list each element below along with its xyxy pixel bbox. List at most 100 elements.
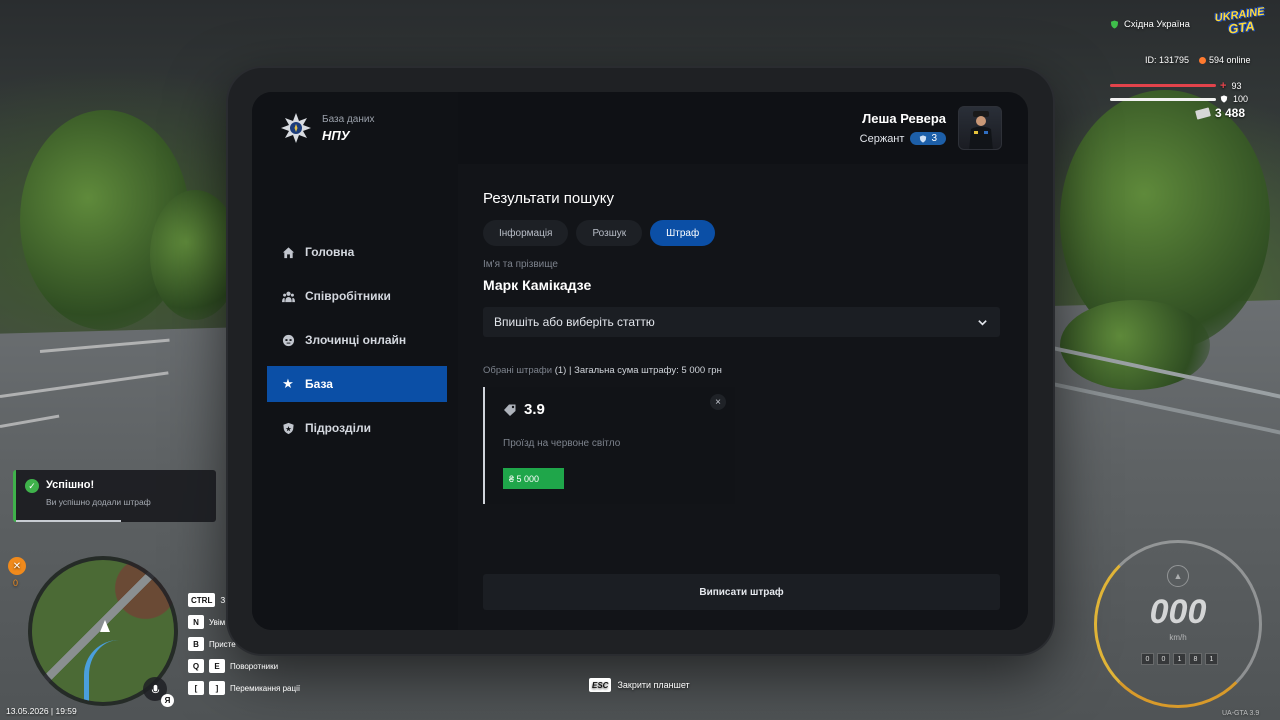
- key-bracket-left: [: [188, 681, 204, 695]
- summary-total: | Загальна сума штрафу: 5 000 грн: [568, 365, 722, 376]
- online-count: 594 online: [1199, 55, 1251, 65]
- badge-shield-icon: [920, 134, 927, 143]
- minimap-river: [84, 640, 154, 702]
- speed-value: 000: [1149, 593, 1207, 631]
- key-hint-label: Перемикання рації: [230, 683, 301, 693]
- region-shield-icon: [1110, 20, 1119, 29]
- money-text: 3 488: [1215, 106, 1246, 120]
- region-indicator: Східна Україна: [1110, 19, 1190, 30]
- player-id: ID: 131795: [1145, 55, 1190, 65]
- shield-icon: [281, 421, 295, 435]
- rank-level: 3: [931, 133, 937, 144]
- odometer-digit: 0: [1141, 653, 1154, 665]
- armor-shield-icon: [1220, 95, 1228, 103]
- name-label: Ім'я та прізвище: [483, 259, 558, 270]
- key-n: N: [188, 615, 204, 629]
- server-logo: UKRAINE GTA: [1212, 6, 1270, 43]
- police-emblem-icon: [281, 113, 311, 143]
- success-toast: ✓ Успішно! Ви успішно додали штраф: [13, 470, 216, 522]
- fines-summary: Обрані штрафи (1) | Загальна сума штрафу…: [483, 365, 722, 376]
- brand-subtitle: База даних: [322, 113, 375, 125]
- tab-info[interactable]: Інформація: [483, 220, 569, 246]
- voice-key: Я: [161, 694, 174, 707]
- armor-value: 100: [1220, 94, 1248, 104]
- key-esc: ESC: [589, 678, 612, 692]
- key-hint-label: Присте: [209, 639, 236, 649]
- toast-progress: [16, 520, 121, 522]
- issue-fine-button[interactable]: Виписати штраф: [483, 574, 1000, 610]
- money-display: 3 488: [1195, 106, 1246, 120]
- brand: База даних НПУ: [280, 112, 374, 144]
- key-hint: N Увім: [188, 611, 300, 633]
- online-text: 594 online: [1209, 55, 1251, 65]
- map-badge-count: 0: [13, 578, 19, 588]
- speed-unit: km/h: [1169, 633, 1187, 642]
- key-bracket-right: ]: [209, 681, 225, 695]
- odometer-digit: 1: [1173, 653, 1186, 665]
- tag-icon: [504, 404, 516, 416]
- player-arrow-icon: [100, 620, 110, 632]
- key-e: E: [209, 659, 225, 673]
- speedometer: ▲ 000 km/h 0 0 1 8 1: [1094, 540, 1262, 708]
- key-ctrl: CTRL: [188, 593, 216, 607]
- article-select[interactable]: Впишіть або виберіть статтю: [483, 307, 1000, 337]
- armor-text: 100: [1233, 94, 1249, 104]
- brand-title: НПУ: [322, 127, 350, 143]
- check-icon: ✓: [25, 479, 39, 493]
- key-hint: B Присте: [188, 633, 300, 655]
- key-hint-label: З: [220, 595, 226, 605]
- speedometer-up-icon: ▲: [1167, 565, 1189, 587]
- user-name: Леша Ревера: [862, 111, 946, 126]
- esc-hint: ESC Закрити планшет: [589, 678, 690, 692]
- sidebar-item-label: База: [305, 377, 333, 391]
- odometer-digit: 0: [1157, 653, 1170, 665]
- key-b: B: [188, 637, 204, 651]
- key-hint: [ ] Перемикання рації: [188, 677, 300, 699]
- datetime: 13.05.2026 | 19:59: [6, 706, 77, 716]
- article-select-value: Впишіть або виберіть статтю: [494, 315, 655, 329]
- odometer: 0 0 1 8 1: [1141, 653, 1218, 665]
- key-hint: Q E Поворотники: [188, 655, 300, 677]
- odometer-digit: 1: [1205, 653, 1218, 665]
- key-hint-label: Поворотники: [230, 661, 279, 671]
- health-text: 93: [1231, 81, 1242, 91]
- sidebar-item-units[interactable]: Підрозділи: [267, 410, 447, 446]
- sidebar-nav: Головна Співробітники Злочинці онлайн ★ …: [267, 234, 447, 454]
- result-tabs: Інформація Розшук Штраф: [483, 220, 716, 246]
- fine-amount: ₴ 5 000: [503, 468, 564, 489]
- summary-prefix: Обрані штрафи: [483, 365, 553, 376]
- esc-label: Закрити планшет: [617, 680, 690, 690]
- home-icon: [281, 245, 295, 259]
- remove-fine-button[interactable]: ×: [710, 394, 726, 410]
- mask-icon: [281, 333, 295, 347]
- health-value: + 93: [1220, 80, 1241, 92]
- money-icon: [1195, 106, 1211, 120]
- summary-count: (1): [554, 365, 567, 376]
- key-q: Q: [188, 659, 204, 673]
- tab-wanted[interactable]: Розшук: [576, 220, 643, 246]
- fine-description: Проїзд на червоне світло: [503, 438, 621, 449]
- star-icon: ★: [282, 376, 294, 391]
- user-rank: Сержант: [859, 132, 905, 145]
- armor-bar: [1110, 98, 1216, 101]
- sidebar-item-employees[interactable]: Співробітники: [267, 278, 447, 314]
- main-content: Результати пошуку Інформація Розшук Штра…: [458, 164, 1028, 630]
- microphone-icon: [151, 684, 159, 693]
- tree: [150, 190, 240, 320]
- tools-icon: ✕: [8, 557, 26, 575]
- tablet-screen: База даних НПУ Головна Співробітники Зло…: [252, 92, 1028, 630]
- sidebar-item-home[interactable]: Головна: [267, 234, 447, 270]
- avatar-figure: [969, 111, 993, 149]
- sidebar-item-label: Злочинці онлайн: [305, 333, 407, 347]
- health-bar: [1110, 84, 1216, 87]
- fine-code: 3.9: [524, 401, 545, 418]
- chevron-down-icon: [978, 319, 987, 326]
- tab-fine[interactable]: Штраф: [650, 220, 716, 246]
- sidebar-item-criminals[interactable]: Злочинці онлайн: [267, 322, 447, 358]
- sidebar-item-database[interactable]: ★ База: [267, 366, 447, 402]
- sidebar: База даних НПУ Головна Співробітники Зло…: [252, 92, 458, 630]
- fine-card: 3.9 Проїзд на червоне світло ₴ 5 000 ×: [483, 387, 735, 504]
- online-dot-icon: [1199, 56, 1206, 64]
- toast-text: Ви успішно додали штраф: [46, 497, 151, 507]
- users-icon: [281, 289, 295, 303]
